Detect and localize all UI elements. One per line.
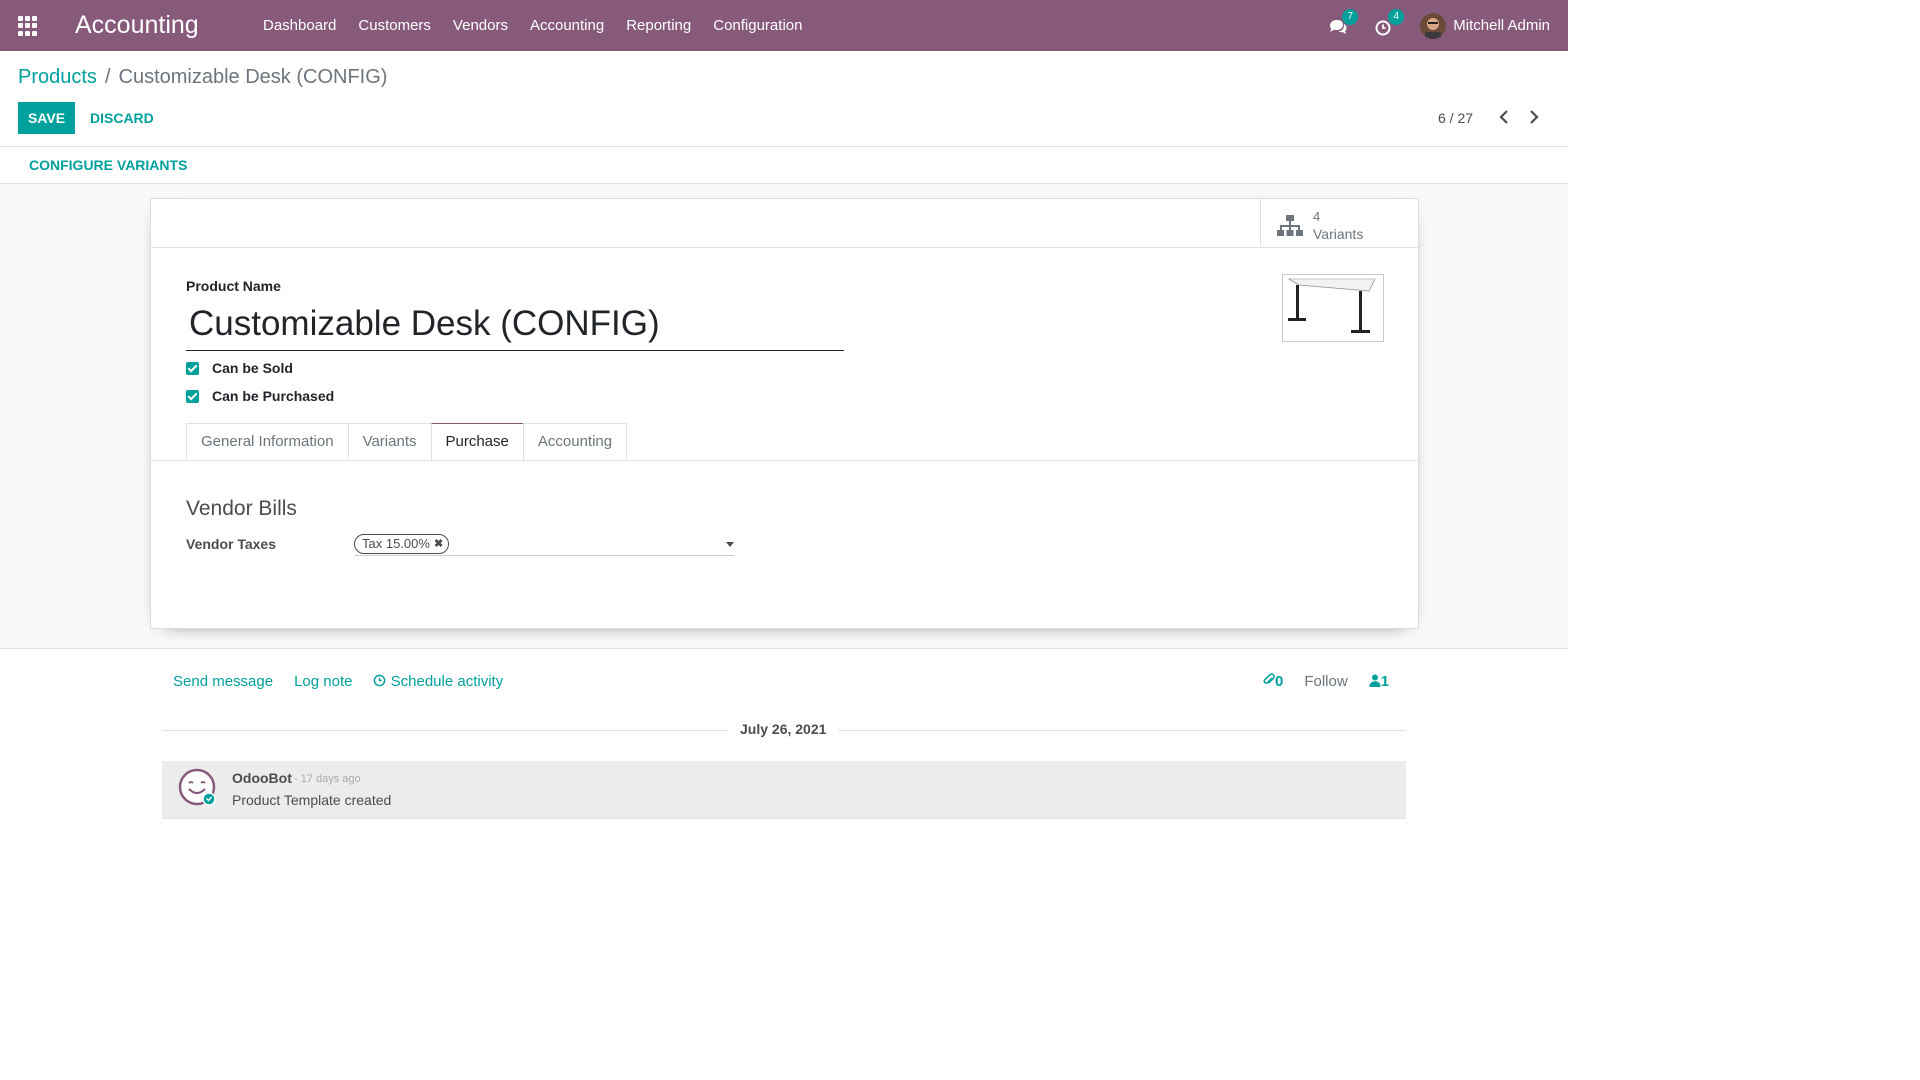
systray: 7 4 Mitchell Admin (1328, 0, 1550, 51)
vendor-bills-title: Vendor Bills (186, 497, 297, 520)
message-author[interactable]: OdooBot (232, 770, 292, 786)
user-name[interactable]: Mitchell Admin (1453, 17, 1550, 34)
save-button[interactable]: SAVE (18, 102, 75, 134)
menu-item-customers[interactable]: Customers (358, 17, 431, 34)
attachments-button[interactable]: 0 (1263, 673, 1283, 690)
menu-item-reporting[interactable]: Reporting (626, 17, 691, 34)
can-be-sold-label: Can be Sold (212, 360, 293, 376)
breadcrumb-separator: / (104, 66, 111, 88)
menu-item-configuration[interactable]: Configuration (713, 17, 802, 34)
tab-purchase[interactable]: Purchase (430, 423, 524, 461)
chevron-left-icon[interactable] (1497, 108, 1511, 126)
log-note-button[interactable]: Log note (294, 673, 352, 690)
menu-item-dashboard[interactable]: Dashboard (263, 17, 336, 34)
followers-count: 1 (1380, 673, 1390, 690)
menu-item-vendors[interactable]: Vendors (453, 17, 508, 34)
breadcrumb: Products / Customizable Desk (CONFIG) (18, 66, 387, 89)
schedule-activity-button[interactable]: Schedule activity (373, 673, 503, 690)
dropdown-caret-icon[interactable] (726, 542, 734, 547)
smart-button-box: 4 Variants (151, 199, 1418, 248)
schedule-activity-label: Schedule activity (390, 673, 504, 690)
main-menu: Dashboard Customers Vendors Accounting R… (263, 17, 802, 34)
product-image[interactable] (1282, 274, 1384, 342)
clock-icon (374, 674, 386, 687)
date-separator: July 26, 2021 (162, 721, 1406, 741)
messaging-menu[interactable]: 7 (1328, 8, 1359, 37)
breadcrumb-products-link[interactable]: Products (18, 66, 97, 88)
date-separator-label: July 26, 2021 (740, 721, 827, 737)
vendor-tax-tag-label: Tax 15.00% (362, 536, 430, 551)
chatter-message: OdooBot - 17 days ago Product Template c… (162, 761, 1406, 819)
notebook-tabs: General Information Variants Purchase Ac… (186, 423, 628, 461)
odoobot-avatar[interactable] (178, 768, 216, 806)
remove-tag-icon[interactable]: ✖ (434, 535, 443, 553)
variants-count: 4 (1313, 209, 1321, 224)
top-navbar: Accounting Dashboard Customers Vendors A… (0, 0, 1568, 51)
activities-count-badge: 4 (1388, 8, 1405, 25)
vendor-tax-tag: Tax 15.00% ✖ (354, 534, 450, 554)
configure-variants-button[interactable]: CONFIGURE VARIANTS (29, 157, 187, 173)
can-be-purchased-row: Can be Purchased (186, 386, 334, 406)
tab-accounting[interactable]: Accounting (522, 423, 628, 459)
message-date: - 17 days ago (294, 773, 361, 785)
activity-menu[interactable]: 4 (1374, 8, 1405, 37)
can-be-purchased-label: Can be Purchased (212, 388, 335, 404)
user-icon (1369, 674, 1381, 687)
control-panel-divider (0, 146, 1568, 147)
attachments-count: 0 (1275, 673, 1284, 690)
pager-value[interactable]: 6 / 27 (1438, 110, 1473, 126)
tabs-divider (151, 460, 1418, 461)
app-name[interactable]: Accounting (75, 11, 199, 40)
product-name-label: Product Name (186, 278, 281, 294)
variants-smart-button[interactable]: 4 Variants (1260, 199, 1418, 247)
can-be-sold-row: Can be Sold (186, 358, 293, 378)
chatter-topbar: Send message Log note Schedule activity (173, 673, 503, 690)
paperclip-icon (1263, 673, 1275, 684)
user-avatar[interactable] (1420, 12, 1447, 39)
menu-item-accounting[interactable]: Accounting (530, 17, 604, 34)
breadcrumb-current: Customizable Desk (CONFIG) (118, 66, 388, 88)
variants-label: Variants (1313, 226, 1364, 242)
messages-count-badge: 7 (1342, 8, 1359, 25)
chevron-right-icon[interactable] (1527, 108, 1541, 126)
sitemap-icon (1277, 215, 1303, 236)
can-be-purchased-checkbox[interactable] (186, 389, 199, 403)
message-body: Product Template created (232, 792, 392, 808)
product-name-input[interactable]: Customizable Desk (CONFIG) (186, 300, 844, 351)
discard-button[interactable]: DISCARD (90, 110, 154, 126)
send-message-button[interactable]: Send message (173, 673, 273, 690)
form-sheet: 4 Variants Product Name Customizable Des… (150, 198, 1419, 629)
apps-menu-icon[interactable] (18, 16, 38, 36)
tab-general-information[interactable]: General Information (186, 423, 349, 459)
chatter-follow-area: 0 Follow 1 (1263, 673, 1389, 690)
followers-button[interactable]: 1 (1369, 673, 1389, 690)
vendor-taxes-label: Vendor Taxes (186, 536, 277, 552)
can-be-sold-checkbox[interactable] (186, 361, 199, 375)
tab-variants[interactable]: Variants (347, 423, 432, 459)
follow-button[interactable]: Follow (1304, 673, 1347, 690)
vendor-taxes-field[interactable]: Tax 15.00% ✖ (354, 533, 734, 556)
